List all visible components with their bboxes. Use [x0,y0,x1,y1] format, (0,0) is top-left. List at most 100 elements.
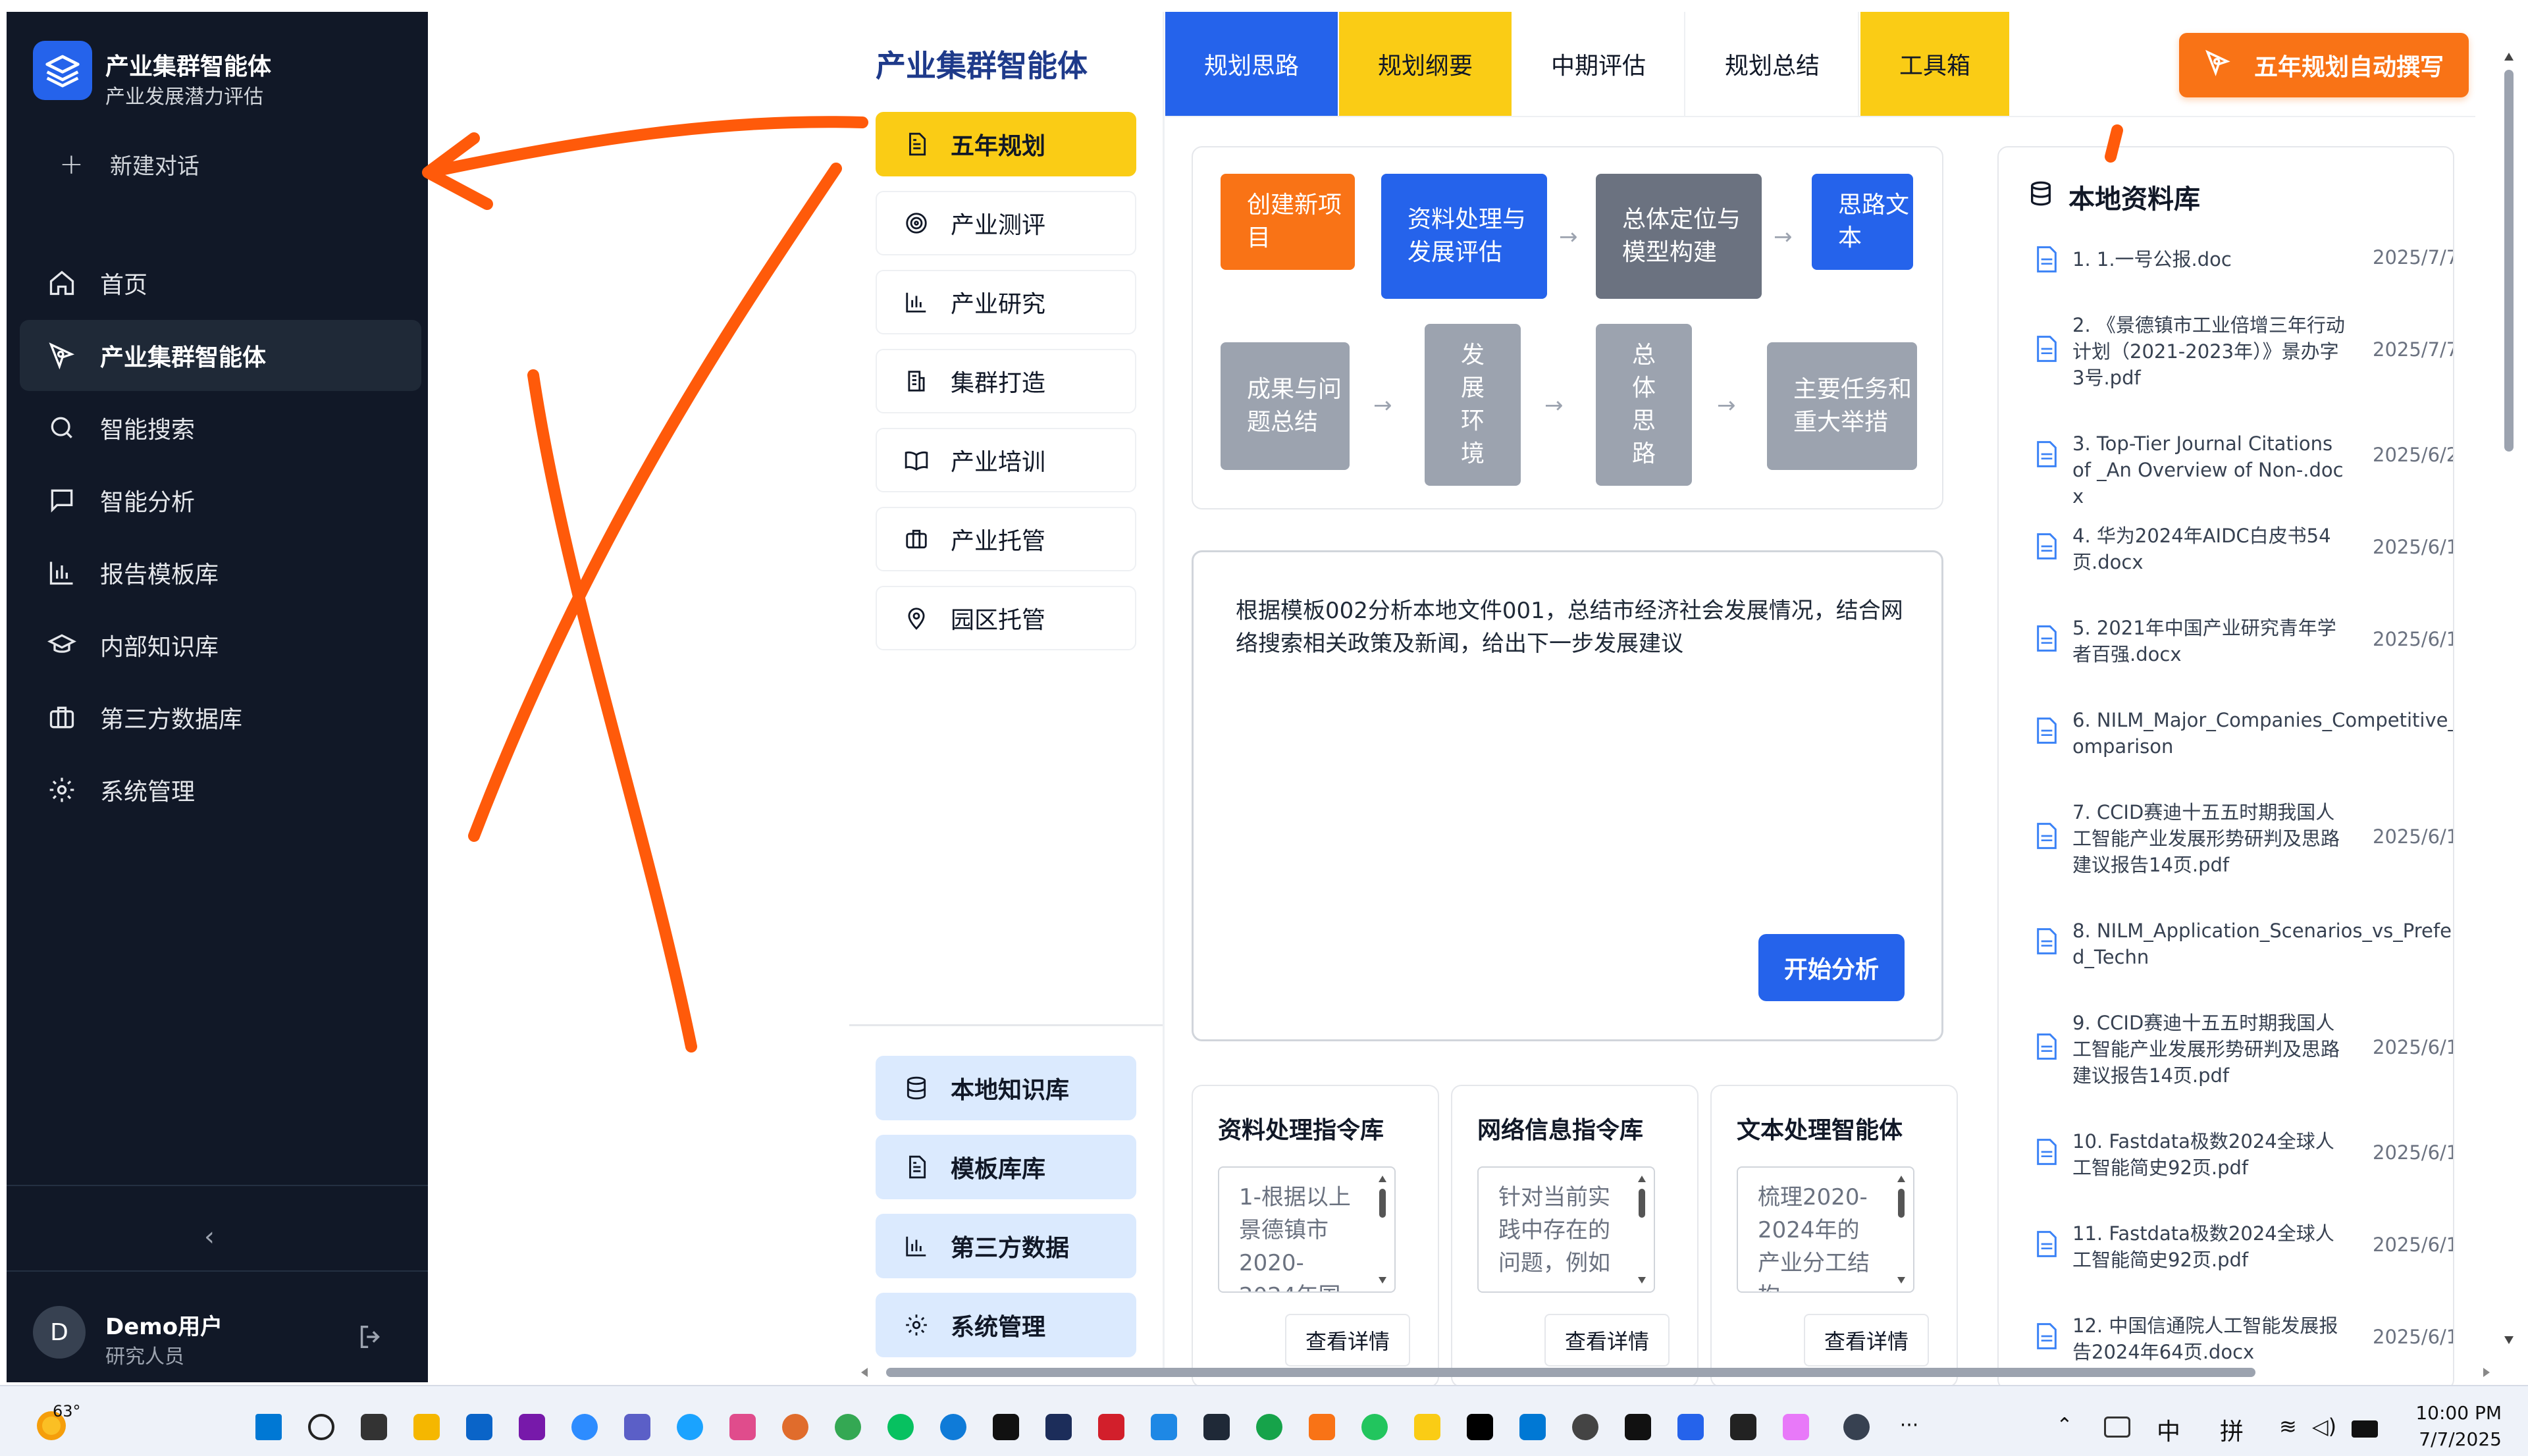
new-chat-button[interactable]: + 新建对话 [59,141,199,187]
clock-date[interactable]: 7/7/2025 [2410,1428,2502,1450]
file-date: 2025/6/16 [2373,1326,2453,1348]
chatgpt-icon[interactable] [1572,1414,1598,1440]
app-icon[interactable] [1203,1414,1230,1440]
library-card-textarea[interactable]: 梳理2020-2024年的产业分工结构 [1737,1166,1914,1293]
teams-icon[interactable] [624,1414,650,1440]
collapse-sidebar-button[interactable]: ‹ [204,1222,215,1252]
flow-step-positioning-model[interactable]: 总体定位与模型构建 [1596,174,1762,299]
volume-icon[interactable]: ◁) [2312,1414,2338,1440]
avatar[interactable]: D [33,1306,86,1359]
module-item-industry-training[interactable]: 产业培训 [876,428,1136,492]
wechat-icon[interactable] [887,1414,914,1440]
flow-step-data-processing[interactable]: 资料处理与发展评估 [1381,174,1547,299]
tab-midterm-evaluation[interactable]: 中期评估 [1513,12,1685,116]
chrome-icon[interactable] [835,1414,861,1440]
app-icon[interactable] [1309,1414,1335,1440]
ime-pinyin-indicator[interactable]: 拼 [2220,1413,2244,1447]
zotero-icon[interactable] [1098,1414,1124,1440]
flow-step-create-project[interactable]: 创建新项目 [1221,174,1355,270]
clock-time[interactable]: 10:00 PM [2410,1402,2502,1424]
app-icon[interactable] [1151,1414,1177,1440]
tab-toolbox[interactable]: 工具箱 [1860,12,2009,116]
flow-arrow-icon: → [1373,392,1392,419]
pycharm-icon[interactable] [1467,1414,1493,1440]
book-icon [902,446,931,475]
app-icon[interactable] [1677,1414,1704,1440]
sidebar-item-cluster-agent[interactable]: 产业集群智能体 [20,320,421,391]
battery-icon[interactable] [2352,1420,2378,1438]
notion-icon[interactable] [1730,1414,1756,1440]
tab-planning-summary[interactable]: 规划总结 [1687,12,1859,116]
library-card-textarea[interactable]: 1-根据以上景德镇市2020-2024年国 [1218,1166,1396,1293]
app-icon[interactable] [1625,1414,1651,1440]
logout-icon[interactable] [356,1322,386,1352]
flow-step-idea-text[interactable]: 思路文本 [1812,174,1913,270]
photos-icon[interactable] [782,1414,808,1440]
tab-planning-ideas[interactable]: 规划思路 [1165,12,1338,116]
file-date: 2025/6/16 [2373,1036,2453,1058]
tray-app-icon[interactable] [2104,1417,2130,1438]
view-details-button[interactable]: 查看详情 [1285,1314,1410,1366]
module-item-industry-research[interactable]: 产业研究 [876,270,1136,334]
capcut-icon[interactable] [993,1414,1019,1440]
sidebar-item-home[interactable]: 首页 [20,247,421,319]
module-item-industry-hosting[interactable]: 产业托管 [876,507,1136,571]
onenote-icon[interactable] [519,1414,545,1440]
scrollbar[interactable] [856,1363,2495,1382]
start-analysis-button[interactable]: 开始分析 [1758,934,1905,1001]
edge-icon[interactable] [940,1414,966,1440]
start-windows-icon[interactable] [255,1414,282,1440]
flow-step-overall-idea[interactable]: 总体思路 [1596,324,1692,486]
sidebar-item-third-party-db[interactable]: 第三方数据库 [20,682,421,753]
copilot-icon[interactable] [677,1414,703,1440]
prompt-input-card[interactable]: 根据模板002分析本地文件001，总结市经济社会发展情况，结合网络搜索相关政策及… [1192,550,1943,1041]
scrollbar[interactable] [1376,1173,1389,1286]
sidebar-item-internal-knowledge[interactable]: 内部知识库 [20,610,421,681]
flow-step-environment[interactable]: 发展环境 [1425,324,1521,486]
tab-planning-outline[interactable]: 规划纲要 [1339,12,1512,116]
module-item-cluster-building[interactable]: 集群打造 [876,349,1136,413]
auto-write-plan-button[interactable]: 五年规划自动撰写 [2179,33,2469,97]
app-icon[interactable] [1783,1414,1809,1440]
file-icon [2037,823,2057,849]
module-item-park-hosting[interactable]: 园区托管 [876,586,1136,650]
more-apps-icon[interactable]: ··· [1896,1414,1922,1440]
module-item-third-party-data[interactable]: 第三方数据 [876,1214,1136,1278]
wifi-icon[interactable]: ≋ [2279,1414,2305,1440]
notepad-icon[interactable] [1414,1414,1440,1440]
module-item-five-year-plan[interactable]: 五年规划 [876,112,1136,176]
vscode-icon[interactable] [1519,1414,1546,1440]
module-item-local-knowledge[interactable]: 本地知识库 [876,1056,1136,1120]
chevron-up-icon[interactable]: ⌃ [2051,1414,2078,1440]
prompt-input-text[interactable]: 根据模板002分析本地文件001，总结市经济社会发展情况，结合网络搜索相关政策及… [1236,594,1907,660]
view-details-button[interactable]: 查看详情 [1544,1314,1670,1366]
zoom-icon[interactable] [571,1414,598,1440]
grammarly-icon[interactable] [1256,1414,1282,1440]
scrollbar[interactable] [2499,46,2519,1363]
view-details-button[interactable]: 查看详情 [1804,1314,1929,1366]
app-icon[interactable] [1045,1414,1072,1440]
module-item-template-library[interactable]: 模板库库 [876,1135,1136,1199]
task-view-icon[interactable] [361,1414,387,1440]
document-icon [902,1153,931,1182]
sidebar-item-search[interactable]: 智能搜索 [20,392,421,463]
sidebar-item-analysis[interactable]: 智能分析 [20,465,421,536]
module-item-industry-evaluation[interactable]: 产业测评 [876,191,1136,255]
file-explorer-icon[interactable] [413,1414,440,1440]
file-icon [2037,1323,2057,1349]
snipping-tool-icon[interactable] [729,1414,756,1440]
sidebar-item-system-admin[interactable]: 系统管理 [20,754,421,825]
scrollbar[interactable] [1895,1173,1908,1286]
search-icon[interactable] [308,1414,334,1440]
file-name: 1. 1.一号公报.doc [2072,248,2232,271]
module-item-system-admin[interactable]: 系统管理 [876,1293,1136,1357]
sidebar-item-report-templates[interactable]: 报告模板库 [20,537,421,608]
app-icon[interactable] [1843,1414,1870,1440]
flow-step-results-summary[interactable]: 成果与问题总结 [1221,342,1350,470]
ime-mode-indicator[interactable]: 中 [2157,1413,2180,1447]
outlook-icon[interactable] [466,1414,492,1440]
library-card-textarea[interactable]: 针对当前实践中存在的问题，例如 [1477,1166,1655,1293]
scrollbar[interactable] [1635,1173,1648,1286]
mongodb-icon[interactable] [1361,1414,1388,1440]
flow-step-main-tasks[interactable]: 主要任务和重大举措 [1767,342,1917,470]
